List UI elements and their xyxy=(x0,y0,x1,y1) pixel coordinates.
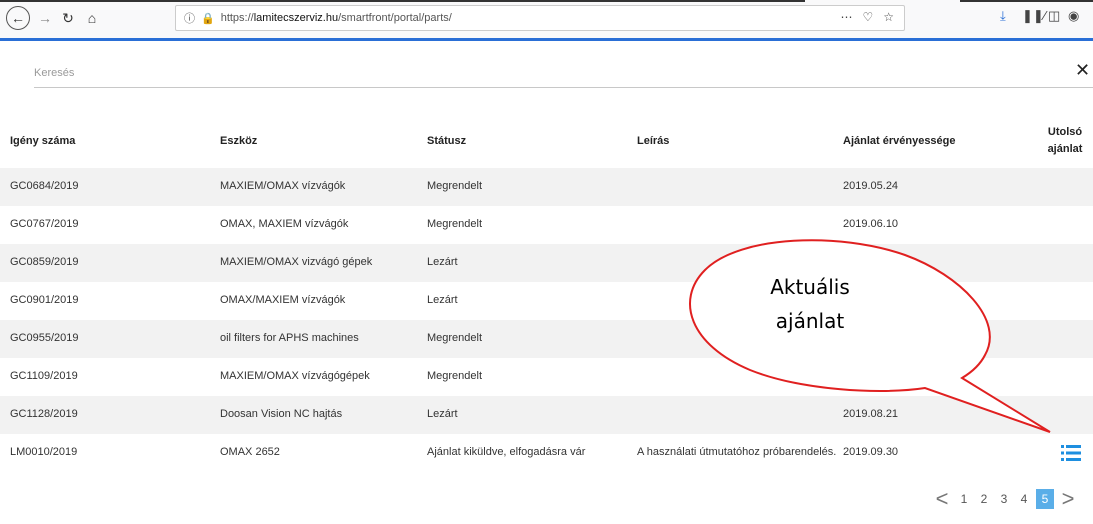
extension-icon[interactable]: ◉ xyxy=(1068,8,1079,24)
table-row[interactable]: LM0010/2019 OMAX 2652 Ajánlat kiküldve, … xyxy=(0,434,1093,472)
tab-strip-line-right xyxy=(960,0,1093,2)
list-icon[interactable] xyxy=(1061,444,1081,462)
url-path: /smartfront/portal/parts/ xyxy=(338,12,452,24)
library-icon[interactable]: ❚❚∕ xyxy=(1022,8,1046,24)
cell-offer-validity: 2019.09.30 xyxy=(843,446,899,458)
table-row[interactable]: GC0901/2019 OMAX/MAXIEM vízvágók Lezárt xyxy=(0,282,1093,320)
callout-text: Aktuális ajánlat xyxy=(740,270,880,338)
cell-device: OMAX/MAXIEM vízvágók xyxy=(220,294,346,306)
cell-offer-validity: 2019.08.21 xyxy=(843,408,899,420)
search-input[interactable] xyxy=(34,60,934,86)
sidebar-icon[interactable]: ◫ xyxy=(1048,8,1060,24)
cell-status: Megrendelt xyxy=(427,218,483,230)
header-status[interactable]: Státusz xyxy=(427,135,466,147)
more-icon[interactable]: ⋯ xyxy=(840,10,852,24)
tab-strip-line xyxy=(0,0,805,2)
cell-device: MAXIEM/OMAX vízvágógépek xyxy=(220,370,370,382)
header-offer-validity[interactable]: Ajánlat érvényessége xyxy=(843,135,956,147)
header-last-offer[interactable]: Utolsó ajánlat xyxy=(1040,124,1090,158)
table-row[interactable]: GC0955/2019 oil filters for APHS machine… xyxy=(0,320,1093,358)
page-1-button[interactable]: 1 xyxy=(956,492,972,506)
header-request-number[interactable]: Igény száma xyxy=(10,135,75,147)
cell-request-number: GC0684/2019 xyxy=(10,180,79,192)
table-row[interactable]: GC0859/2019 MAXIEM/OMAX vizvágó gépek Le… xyxy=(0,244,1093,282)
url-host: lamitecszerviz.hu xyxy=(253,12,339,24)
cell-request-number: GC1128/2019 xyxy=(10,408,78,420)
search-bar xyxy=(34,60,1093,88)
cell-status: Ajánlat kiküldve, elfogadásra vár xyxy=(427,446,586,458)
pagination: < 1 2 3 4 5 > xyxy=(930,487,1080,511)
cell-device: Doosan Vision NC hajtás xyxy=(220,408,343,420)
next-page-button[interactable]: > xyxy=(1056,488,1080,510)
cell-request-number: GC0859/2019 xyxy=(10,256,79,268)
lock-icon: 🔒 xyxy=(201,12,215,25)
cell-offer-validity: 2019.06.10 xyxy=(843,218,899,230)
cell-device: OMAX 2652 xyxy=(220,446,280,458)
cell-offer-validity: 2019.05.24 xyxy=(843,180,899,192)
url-bar[interactable]: ⓘ 🔒 https://lamitecszerviz.hu/smartfront… xyxy=(175,5,905,31)
page-5-button[interactable]: 5 xyxy=(1036,489,1054,509)
header-description[interactable]: Leírás xyxy=(637,135,669,147)
table-header: Igény száma Eszköz Státusz Leírás Ajánla… xyxy=(0,118,1093,168)
browser-toolbar: ← → ↻ ⌂ ⓘ 🔒 https://lamitecszerviz.hu/sm… xyxy=(0,0,1093,41)
url-scheme: https:// xyxy=(220,12,254,24)
table-row[interactable]: GC0767/2019 OMAX, MAXIEM vízvágók Megren… xyxy=(0,206,1093,244)
cell-request-number: GC0901/2019 xyxy=(10,294,79,306)
cell-device: OMAX, MAXIEM vízvágók xyxy=(220,218,349,230)
cell-device: oil filters for APHS machines xyxy=(220,332,359,344)
table-row[interactable]: GC0684/2019 MAXIEM/OMAX vízvágók Megrend… xyxy=(0,168,1093,206)
star-icon[interactable]: ☆ xyxy=(883,10,894,24)
cell-status: Megrendelt xyxy=(427,370,483,382)
cell-status: Megrendelt xyxy=(427,332,483,344)
back-icon[interactable]: ← xyxy=(6,6,30,30)
callout-line-1: Aktuális xyxy=(770,275,850,299)
info-icon[interactable]: ⓘ xyxy=(184,10,195,26)
cell-request-number: LM0010/2019 xyxy=(10,446,78,458)
pocket-icon[interactable]: ♡ xyxy=(862,10,873,24)
prev-page-button[interactable]: < xyxy=(930,488,954,510)
cell-request-number: GC1109/2019 xyxy=(10,370,78,382)
accent-bar xyxy=(0,38,1093,41)
cell-device: MAXIEM/OMAX vizvágó gépek xyxy=(220,256,373,268)
callout-line-2: ajánlat xyxy=(775,309,845,333)
page-3-button[interactable]: 3 xyxy=(996,492,1012,506)
cell-request-number: GC0955/2019 xyxy=(10,332,79,344)
table-row[interactable]: GC1109/2019 MAXIEM/OMAX vízvágógépek Meg… xyxy=(0,358,1093,396)
cell-request-number: GC0767/2019 xyxy=(10,218,79,230)
header-device[interactable]: Eszköz xyxy=(220,135,257,147)
download-icon[interactable]: ⤓ xyxy=(1000,8,1006,24)
close-icon[interactable]: ✕ xyxy=(1075,60,1090,81)
table-row[interactable]: GC1128/2019 Doosan Vision NC hajtás Lezá… xyxy=(0,396,1093,434)
cell-status: Lezárt xyxy=(427,256,458,268)
cell-status: Lezárt xyxy=(427,294,458,306)
cell-description: A használati útmutatóhoz próbarendelés. xyxy=(637,446,837,458)
cell-status: Lezárt xyxy=(427,408,458,420)
cell-device: MAXIEM/OMAX vízvágók xyxy=(220,180,346,192)
cell-status: Megrendelt xyxy=(427,180,483,192)
page-4-button[interactable]: 4 xyxy=(1016,492,1032,506)
home-icon[interactable]: ⌂ xyxy=(84,6,100,30)
page-2-button[interactable]: 2 xyxy=(976,492,992,506)
forward-icon[interactable]: → xyxy=(38,6,52,30)
reload-icon[interactable]: ↻ xyxy=(60,6,76,30)
